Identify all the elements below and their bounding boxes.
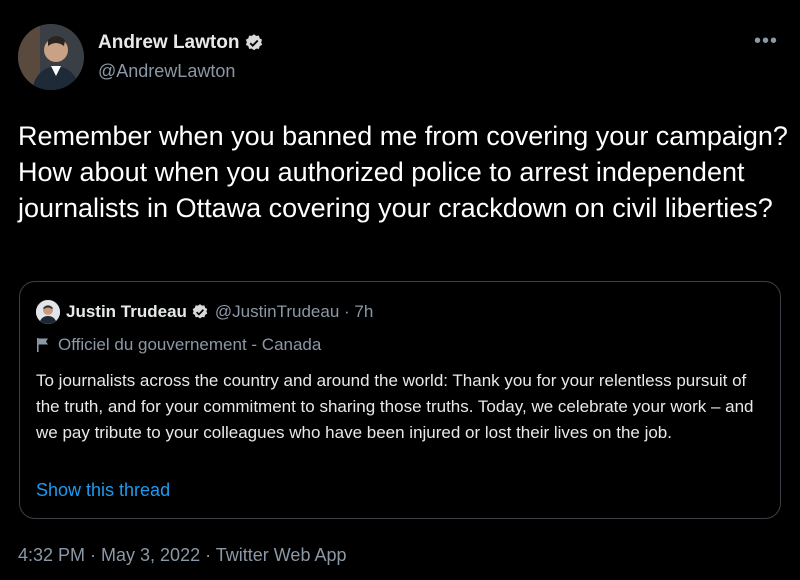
author-handle[interactable]: @AndrewLawton — [98, 61, 235, 82]
more-options-icon[interactable]: ••• — [754, 30, 778, 53]
quoted-avatar[interactable] — [36, 300, 60, 324]
quoted-header: Justin Trudeau @JustinTrudeau · 7h — [36, 300, 373, 324]
verified-badge-icon — [246, 34, 263, 51]
quoted-text: To journalists across the country and ar… — [36, 371, 754, 442]
show-thread-link[interactable]: Show this thread — [36, 480, 170, 501]
flag-icon — [37, 338, 48, 352]
government-label-text: Officiel du gouvernement - Canada — [58, 335, 322, 354]
verified-badge-icon — [192, 304, 208, 319]
quoted-handle-time[interactable]: @JustinTrudeau · 7h — [215, 302, 373, 322]
quoted-display-name[interactable]: Justin Trudeau — [66, 302, 187, 322]
tweet-card: Andrew Lawton @AndrewLawton ••• Remember… — [0, 0, 800, 580]
tweet-text: Remember when you banned me from coverin… — [18, 121, 788, 223]
author-avatar[interactable] — [18, 24, 84, 90]
author-display-name[interactable]: Andrew Lawton — [98, 32, 239, 54]
government-label: Officiel du gouvernement - Canada — [36, 335, 321, 355]
tweet-timestamp[interactable]: 4:32 PM · May 3, 2022 · Twitter Web App — [18, 545, 347, 566]
quoted-tweet[interactable]: Justin Trudeau @JustinTrudeau · 7h Offic… — [19, 281, 781, 519]
author-name-row: Andrew Lawton — [98, 32, 264, 54]
